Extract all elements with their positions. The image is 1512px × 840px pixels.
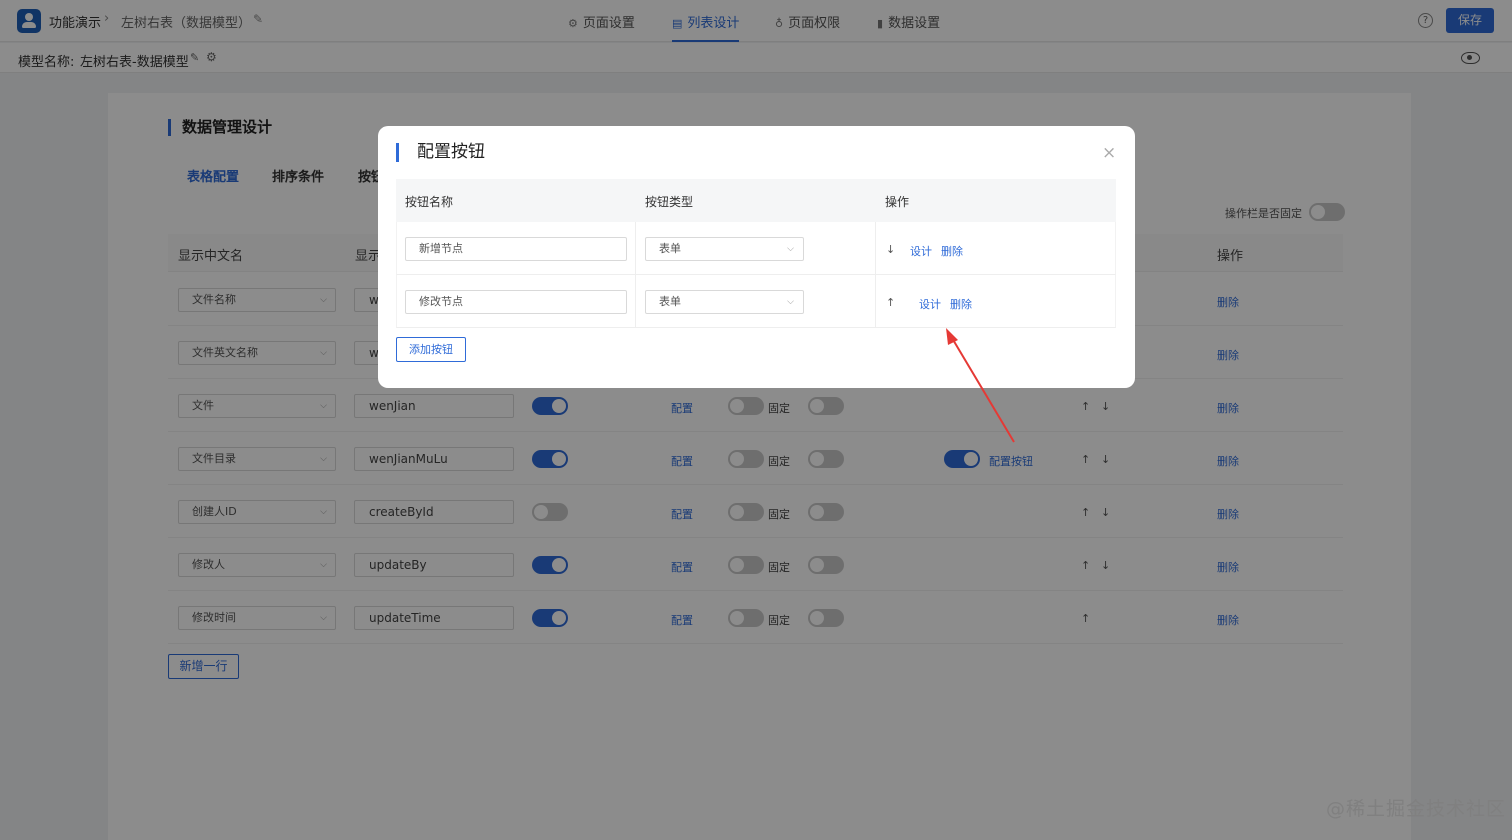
delete-link[interactable]: 删除 — [941, 243, 963, 259]
button-name-input[interactable]: 修改节点 — [405, 290, 627, 314]
config-buttons-modal: 配置按钮 × 按钮名称 按钮类型 操作 新增节点 表单 ⌵ ↓ 设计 删除 修改节… — [378, 126, 1135, 388]
button-type-select[interactable]: 表单 ⌵ — [645, 237, 804, 261]
design-link[interactable]: 设计 — [910, 243, 932, 259]
design-link[interactable]: 设计 — [919, 296, 941, 312]
arrow-up-icon[interactable]: ↑ — [886, 296, 895, 309]
arrow-down-icon[interactable]: ↓ — [886, 243, 895, 256]
select-value: 表单 — [659, 242, 681, 255]
select-value: 表单 — [659, 295, 681, 308]
col-header-button-name: 按钮名称 — [405, 195, 454, 209]
chevron-down-icon: ⌵ — [787, 297, 794, 307]
modal-table-header — [396, 179, 1116, 222]
column-divider — [635, 222, 636, 328]
col-header-button-type: 按钮类型 — [645, 195, 694, 209]
button-name-input[interactable]: 新增节点 — [405, 237, 627, 261]
add-button-button[interactable]: 添加按钮 — [396, 337, 466, 362]
modal-title: 配置按钮 — [396, 143, 485, 162]
button-type-select[interactable]: 表单 ⌵ — [645, 290, 804, 314]
column-divider — [875, 222, 876, 328]
close-icon[interactable]: × — [1102, 143, 1116, 163]
col-header-ops: 操作 — [885, 195, 910, 209]
delete-link[interactable]: 删除 — [950, 296, 972, 312]
chevron-down-icon: ⌵ — [787, 244, 794, 254]
